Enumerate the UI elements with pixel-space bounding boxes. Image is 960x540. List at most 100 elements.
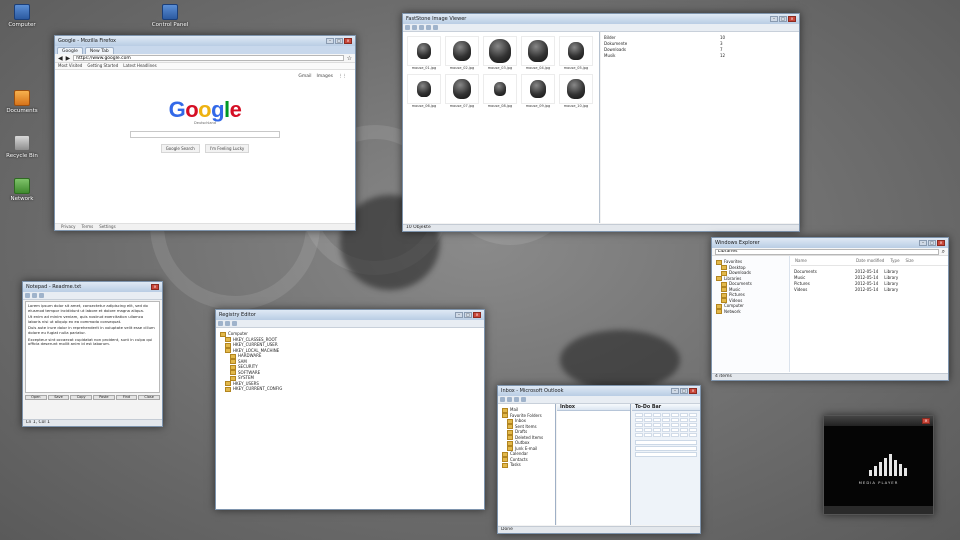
lucky-button[interactable]: I'm Feeling Lucky: [204, 144, 250, 153]
calendar-day[interactable]: [662, 433, 670, 437]
calendar-day[interactable]: [671, 433, 679, 437]
explorer-titlebar[interactable]: Windows Explorer – □ ×: [712, 238, 948, 248]
close-button[interactable]: ×: [922, 418, 930, 424]
calendar-day[interactable]: [689, 413, 697, 417]
save-button[interactable]: Save: [47, 395, 70, 400]
copy-button[interactable]: Copy: [70, 395, 92, 400]
calendar-day[interactable]: [635, 428, 643, 432]
close-button[interactable]: ×: [473, 312, 481, 318]
calendar-day[interactable]: [644, 428, 652, 432]
maximize-button[interactable]: □: [779, 16, 787, 22]
forward-icon[interactable]: [225, 321, 230, 326]
calendar-day[interactable]: [644, 418, 652, 422]
bookmark-item[interactable]: Latest Headlines: [123, 63, 156, 69]
open-icon[interactable]: [32, 293, 37, 298]
save-icon[interactable]: [412, 25, 417, 30]
thumbnail-item[interactable]: mouse_09.jpg: [521, 74, 555, 108]
close-button[interactable]: ×: [344, 38, 352, 44]
player-titlebar[interactable]: ×: [824, 416, 933, 426]
calendar-day[interactable]: [635, 433, 643, 437]
new-mail-icon[interactable]: [500, 397, 505, 402]
zoom-in-icon[interactable]: [419, 25, 424, 30]
close-button[interactable]: ×: [151, 284, 159, 290]
calendar-day[interactable]: [644, 413, 652, 417]
player-controls[interactable]: [824, 506, 933, 514]
tree-item[interactable]: Tasks: [502, 462, 551, 468]
bookmark-item[interactable]: Most Visited: [58, 63, 82, 69]
calendar-day[interactable]: [680, 433, 688, 437]
calendar-day[interactable]: [635, 423, 643, 427]
calendar-day[interactable]: [680, 428, 688, 432]
calendar-day[interactable]: [671, 423, 679, 427]
close-button[interactable]: ×: [788, 16, 796, 22]
calendar-day[interactable]: [653, 413, 661, 417]
calendar-day[interactable]: [662, 413, 670, 417]
apps-icon[interactable]: ⋮⋮: [338, 74, 347, 79]
delete-icon[interactable]: [521, 397, 526, 402]
save-icon[interactable]: [39, 293, 44, 298]
terms-link[interactable]: Terms: [81, 224, 93, 230]
open-icon[interactable]: [405, 25, 410, 30]
calendar-day[interactable]: [689, 418, 697, 422]
file-row[interactable]: Musik 12: [604, 53, 796, 59]
calendar-day[interactable]: [680, 413, 688, 417]
zoom-out-icon[interactable]: [426, 25, 431, 30]
thumbnail-item[interactable]: mouse_06.jpg: [407, 74, 441, 108]
desktop-icon-documents[interactable]: Documents: [2, 90, 42, 114]
maximize-button[interactable]: □: [464, 312, 472, 318]
reply-icon[interactable]: [507, 397, 512, 402]
tab-google[interactable]: Google: [57, 47, 83, 54]
forward-icon[interactable]: ▶: [66, 55, 71, 62]
calendar-day[interactable]: [671, 418, 679, 422]
todo-item[interactable]: [635, 446, 697, 451]
todo-item[interactable]: [635, 452, 697, 457]
close-button[interactable]: ×: [689, 388, 697, 394]
editor-titlebar[interactable]: Notepad - Readme.txt ×: [23, 282, 162, 292]
back-icon[interactable]: ◀: [58, 55, 63, 62]
file-row[interactable]: Videos 2012-05-14 Library: [794, 287, 945, 293]
thumbnail-item[interactable]: mouse_01.jpg: [407, 36, 441, 70]
calendar-day[interactable]: [644, 433, 652, 437]
calendar-day[interactable]: [635, 413, 643, 417]
back-icon[interactable]: [218, 321, 223, 326]
calendar-day[interactable]: [680, 418, 688, 422]
mail-titlebar[interactable]: Inbox - Microsoft Outlook – □ ×: [498, 386, 700, 396]
calendar-day[interactable]: [653, 423, 661, 427]
desktop-icon-control-panel[interactable]: Control Panel: [150, 4, 190, 28]
thumbnail-item[interactable]: mouse_07.jpg: [445, 74, 479, 108]
calendar-day[interactable]: [671, 428, 679, 432]
desktop-icon-recycle-bin[interactable]: Recycle Bin: [2, 135, 42, 159]
refresh-icon[interactable]: [232, 321, 237, 326]
maximize-button[interactable]: □: [335, 38, 343, 44]
calendar-day[interactable]: [662, 428, 670, 432]
browser-titlebar[interactable]: Google - Mozilla Firefox – □ ×: [55, 36, 355, 46]
calendar-day[interactable]: [653, 418, 661, 422]
privacy-link[interactable]: Privacy: [61, 224, 75, 230]
thumbnail-item[interactable]: mouse_03.jpg: [483, 36, 517, 70]
new-icon[interactable]: [25, 293, 30, 298]
calendar-day[interactable]: [662, 418, 670, 422]
tree-item[interactable]: Network: [716, 309, 785, 315]
todo-item[interactable]: [635, 440, 697, 445]
calendar-day[interactable]: [680, 423, 688, 427]
paste-button[interactable]: Paste: [92, 395, 115, 400]
bookmark-item[interactable]: Getting Started: [87, 63, 118, 69]
calendar-day[interactable]: [653, 433, 661, 437]
calendar-day[interactable]: [689, 428, 697, 432]
desktop-icon-network[interactable]: Network: [2, 178, 42, 202]
column-type[interactable]: Type: [890, 258, 899, 263]
thumbnail-item[interactable]: mouse_10.jpg: [559, 74, 593, 108]
registry-titlebar[interactable]: Registry Editor – □ ×: [216, 310, 484, 320]
column-name[interactable]: Name: [795, 258, 850, 263]
star-icon[interactable]: ☆: [347, 55, 352, 62]
calendar-day[interactable]: [671, 413, 679, 417]
settings-link[interactable]: Settings: [99, 224, 115, 230]
forward-icon[interactable]: [514, 397, 519, 402]
minimize-button[interactable]: –: [326, 38, 334, 44]
rotate-icon[interactable]: [433, 25, 438, 30]
thumbnail-item[interactable]: mouse_04.jpg: [521, 36, 555, 70]
thumbnail-item[interactable]: mouse_05.jpg: [559, 36, 593, 70]
calendar-day[interactable]: [635, 418, 643, 422]
close-doc-button[interactable]: Close: [138, 395, 160, 400]
minimize-button[interactable]: –: [919, 240, 927, 246]
